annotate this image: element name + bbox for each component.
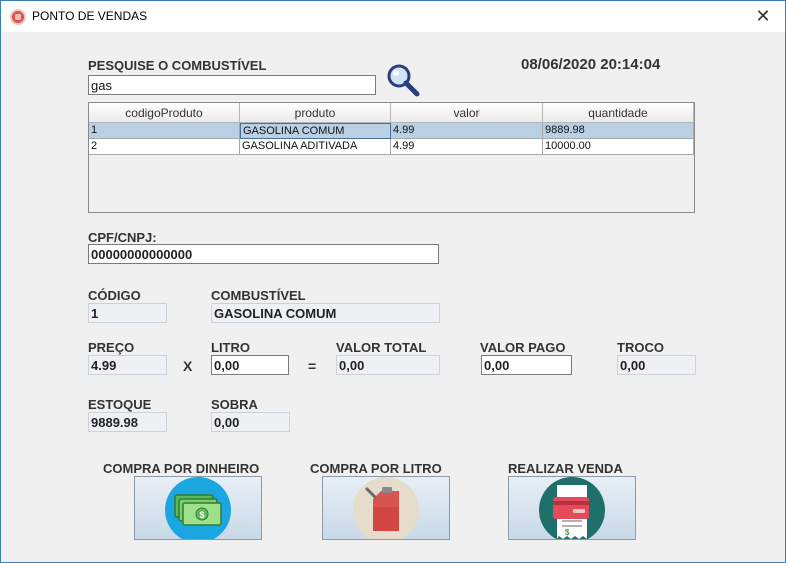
valor-pago-label: VALOR PAGO: [480, 340, 566, 355]
app-icon: [10, 9, 26, 25]
table-cell[interactable]: GASOLINA ADITIVADA: [240, 139, 391, 155]
codigo-label: CÓDIGO: [88, 288, 141, 303]
credit-card-receipt-icon: $: [539, 477, 605, 539]
datetime-display: 08/06/2020 20:14:04: [521, 56, 661, 73]
multiply-sign: X: [183, 358, 193, 374]
money-icon: $: [165, 477, 231, 539]
table-cell[interactable]: 10000.00: [543, 139, 694, 155]
table-cell[interactable]: 2: [89, 139, 240, 155]
sobra-field: 0,00: [211, 412, 290, 432]
troco-label: TROCO: [617, 340, 664, 355]
fuel-can-icon: [353, 477, 419, 539]
compra-dinheiro-label: COMPRA POR DINHEIRO: [103, 461, 260, 476]
table-cell[interactable]: 4.99: [391, 123, 543, 139]
search-icon[interactable]: [386, 63, 420, 97]
estoque-field: 9889.98: [88, 412, 167, 432]
realizar-venda-button[interactable]: $: [508, 476, 636, 540]
column-header-codigo[interactable]: codigoProduto: [89, 103, 240, 122]
preco-field: 4.99: [88, 355, 167, 375]
table-cell[interactable]: 4.99: [391, 139, 543, 155]
window-title: PONTO DE VENDAS: [32, 9, 148, 23]
codigo-field: 1: [88, 303, 167, 323]
valor-total-field: 0,00: [336, 355, 440, 375]
table-header: codigoProduto produto valor quantidade: [89, 103, 694, 123]
title-bar: PONTO DE VENDAS ✕: [1, 1, 785, 32]
valor-total-label: VALOR TOTAL: [336, 340, 427, 355]
table-row[interactable]: 1 GASOLINA COMUM 4.99 9889.98: [89, 123, 694, 139]
estoque-label: ESTOQUE: [88, 397, 152, 412]
compra-dinheiro-button[interactable]: $: [134, 476, 262, 540]
svg-text:$: $: [565, 528, 570, 537]
cpf-label: CPF/CNPJ:: [88, 230, 157, 245]
search-label: PESQUISE O COMBUSTÍVEL: [88, 58, 267, 73]
column-header-valor[interactable]: valor: [391, 103, 543, 122]
troco-field: 0,00: [617, 355, 696, 375]
combustivel-label: COMBUSTÍVEL: [211, 288, 306, 303]
compra-litro-button[interactable]: [322, 476, 450, 540]
table-cell[interactable]: 1: [89, 123, 240, 139]
preco-label: PREÇO: [88, 340, 135, 355]
cpf-field[interactable]: 00000000000000: [88, 244, 439, 264]
products-table[interactable]: codigoProduto produto valor quantidade 1…: [88, 102, 695, 213]
valor-pago-input[interactable]: 0,00: [481, 355, 572, 375]
sobra-label: SOBRA: [211, 397, 258, 412]
svg-text:$: $: [199, 510, 204, 520]
realizar-venda-label: REALIZAR VENDA: [508, 461, 623, 476]
compra-litro-label: COMPRA POR LITRO: [310, 461, 442, 476]
column-header-quantidade[interactable]: quantidade: [543, 103, 694, 122]
combustivel-field: GASOLINA COMUM: [211, 303, 440, 323]
equals-sign: =: [308, 358, 317, 374]
table-row[interactable]: 2 GASOLINA ADITIVADA 4.99 10000.00: [89, 139, 694, 155]
pos-window: PONTO DE VENDAS ✕ PESQUISE O COMBUSTÍVEL…: [0, 0, 786, 563]
close-button[interactable]: ✕: [741, 1, 785, 32]
table-cell[interactable]: 9889.98: [543, 123, 694, 139]
litro-label: LITRO: [211, 340, 250, 355]
table-cell[interactable]: GASOLINA COMUM: [240, 123, 391, 139]
column-header-produto[interactable]: produto: [240, 103, 391, 122]
litro-input[interactable]: 0,00: [211, 355, 289, 375]
search-input[interactable]: [88, 75, 376, 95]
